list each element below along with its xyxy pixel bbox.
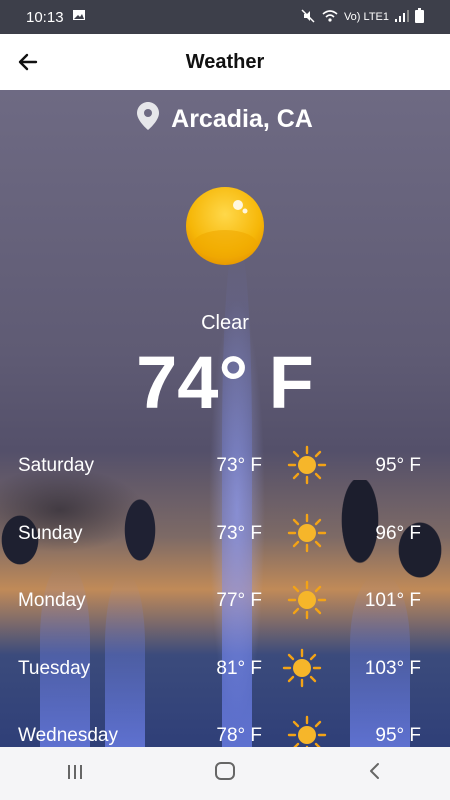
page-title: Weather	[185, 50, 265, 73]
recent-apps-button[interactable]	[45, 761, 105, 787]
status-bar: 10:13 Vo) LTE1	[0, 0, 450, 34]
location-header: Arcadia, CA	[0, 102, 450, 137]
forecast-high: 96° F	[375, 522, 421, 544]
forecast-day: Monday	[18, 590, 86, 611]
battery-icon	[415, 8, 424, 26]
forecast-low: 77° F	[216, 590, 262, 611]
forecast-day: Saturday	[18, 455, 95, 476]
sun-icon	[287, 580, 327, 620]
back-button[interactable]	[345, 761, 405, 787]
forecast-row: Tuesday 81° F 103° F	[0, 648, 450, 716]
sun-icon	[287, 513, 327, 553]
forecast-high: 95° F	[375, 455, 421, 476]
wifi-icon	[322, 9, 338, 26]
home-button[interactable]	[195, 761, 255, 787]
back-arrow-icon[interactable]	[14, 48, 42, 76]
sun-icon	[282, 648, 322, 688]
gallery-notification-icon	[72, 8, 86, 26]
forecast-row: Saturday 73° F 95° F	[0, 445, 450, 513]
forecast-high: 103° F	[364, 657, 421, 679]
sun-icon	[287, 445, 327, 485]
forecast-day: Sunday	[18, 522, 83, 544]
forecast-low: 78° F	[216, 725, 262, 746]
location-pin-icon	[137, 102, 160, 137]
forecast-day: Wednesday	[18, 725, 118, 746]
location-name: Arcadia, CA	[171, 105, 313, 133]
forecast-list: Saturday 73° F 95° F Sunday 73° F 96° F …	[0, 445, 450, 747]
forecast-high: 101° F	[364, 590, 421, 611]
weather-content: Arcadia, CA Clear 74° F Saturday 73° F 9…	[0, 90, 450, 747]
sun-icon	[185, 186, 265, 266]
mute-icon	[300, 8, 316, 27]
network-type: Vo) LTE1	[343, 11, 389, 23]
forecast-row: Wednesday 78° F 95° F	[0, 715, 450, 747]
forecast-low: 73° F	[216, 455, 262, 476]
signal-icon	[395, 9, 409, 25]
forecast-low: 73° F	[216, 522, 262, 544]
forecast-low: 81° F	[216, 657, 262, 679]
forecast-high: 95° F	[375, 725, 421, 746]
current-temperature: 74° F	[136, 341, 314, 424]
system-nav-bar	[0, 747, 450, 800]
app-bar: Weather	[0, 34, 450, 90]
status-time: 10:13	[26, 8, 64, 26]
current-condition: Clear	[201, 312, 249, 334]
forecast-row: Monday 77° F 101° F	[0, 580, 450, 648]
sun-icon	[287, 715, 327, 747]
forecast-day: Tuesday	[18, 657, 91, 679]
forecast-row: Sunday 73° F 96° F	[0, 513, 450, 581]
